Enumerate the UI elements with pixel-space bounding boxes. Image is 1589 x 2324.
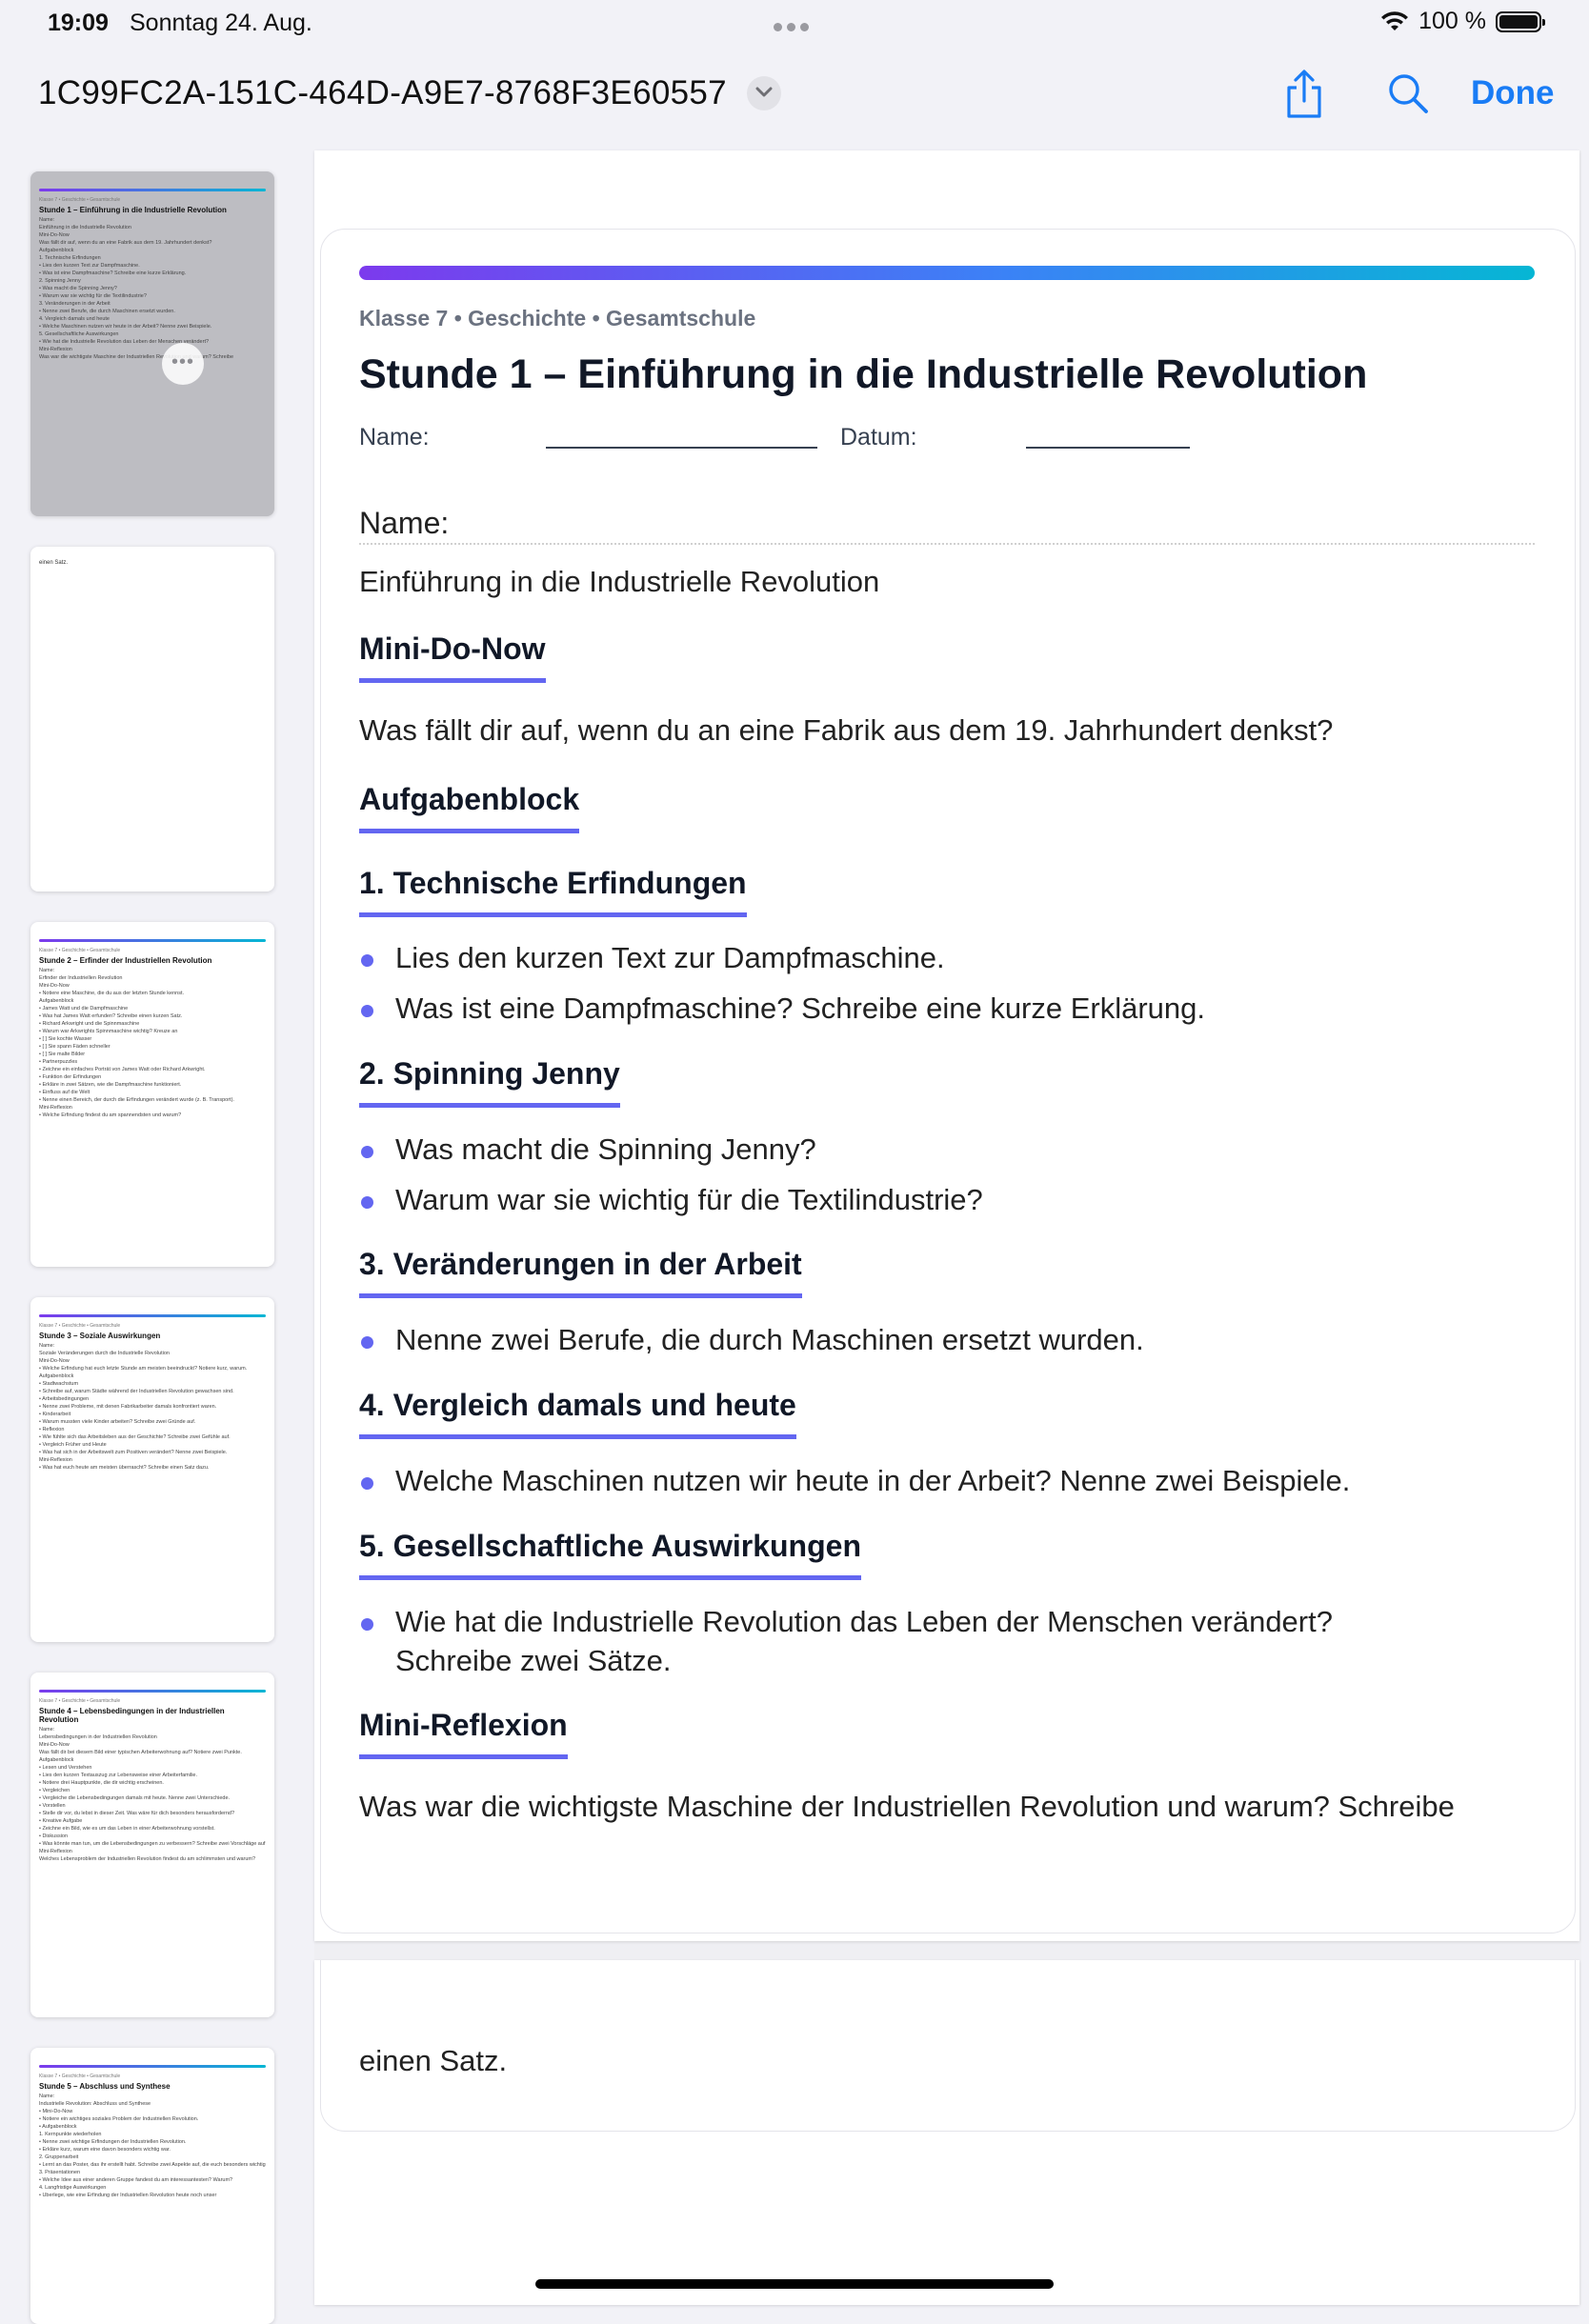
page-thumbnail-6[interactable]: Klasse 7 • Geschichte • Gesamtschule Stu… [30,2048,274,2324]
wifi-icon [1381,10,1409,30]
battery-icon [1496,10,1545,32]
status-date: Sonntag 24. Aug. [130,10,312,36]
lesson-subtitle: Einführung in die Industrielle Revolutio… [359,565,880,598]
section-heading-1: 1. Technische Erfindungen [359,866,747,917]
course-meta: Klasse 7 • Geschichte • Gesamtschule [359,306,756,331]
battery-percent: 100 % [1418,8,1486,34]
search-icon[interactable] [1386,69,1432,120]
home-indicator[interactable] [535,2279,1054,2289]
list-item: Was ist eine Dampfmaschine? Schreibe ein… [360,989,1205,1028]
list-item: Lies den kurzen Text zur Dampfmaschine. [361,938,945,977]
section-heading-5: 5. Gesellschaftliche Auswirkungen [359,1529,861,1580]
name-label: Name: [359,424,430,451]
reflexion-question: Was war die wichtigste Maschine der Indu… [359,1790,1455,1823]
name-field-label: Name: [359,506,450,540]
page-thumbnail-3[interactable]: Klasse 7 • Geschichte • Gesamtschule Stu… [30,922,274,1267]
document-title[interactable]: 1C99FC2A-151C-464D-A9E7-8768F3E60557 [38,74,727,112]
name-dotted-line [359,543,1535,545]
continued-text: einen Satz. [359,2044,508,2077]
document-page-1: Klasse 7 • Geschichte • Gesamtschule Stu… [314,150,1579,1941]
page-thumbnail-4[interactable]: Klasse 7 • Geschichte • Gesamtschule Stu… [30,1297,274,1642]
section-heading-4: 4. Vergleich damals und heute [359,1388,796,1439]
multitasking-dots[interactable] [774,19,815,31]
section-heading-aufgabenblock: Aufgabenblock [359,782,580,833]
worksheet-card: Klasse 7 • Geschichte • Gesamtschule Stu… [320,229,1576,1933]
status-time: 19:09 [48,10,109,36]
worksheet-card-continued: einen Satz. [320,1960,1576,2132]
list-item: Nenne zwei Berufe, die durch Maschinen e… [361,1320,1144,1359]
list-item-line-2: Schreibe zwei Sätze. [395,1644,672,1677]
date-line [1026,447,1190,449]
list-item: Welche Maschinen nutzen wir heute in der… [360,1461,1350,1500]
list-item-line-1: Wie hat die Industrielle Revolution das … [395,1605,1333,1638]
document-page-2: einen Satz. [314,1960,1579,2305]
page-thumbnail-5[interactable]: Klasse 7 • Geschichte • Gesamtschule Stu… [30,1673,274,2017]
name-line [546,447,817,449]
chevron-down-icon [755,87,773,97]
section-heading-2: 2. Spinning Jenny [359,1056,620,1108]
section-heading-mini-do-now: Mini-Do-Now [359,631,546,683]
page-thumbnail-sidebar[interactable]: Klasse 7 • Geschichte • Gesamtschule Stu… [0,152,305,2324]
list-item: Was macht die Spinning Jenny? [361,1130,816,1169]
document-canvas[interactable]: Klasse 7 • Geschichte • Gesamtschule Stu… [314,150,1581,2305]
mini-do-now-question: Was fällt dir auf, wenn du an eine Fabri… [359,713,1334,747]
page-thumbnail-2[interactable]: einen Satz. [30,547,274,892]
section-heading-mini-reflexion: Mini-Reflexion [359,1708,568,1759]
list-item: Warum war sie wichtig für die Textilindu… [361,1180,983,1219]
share-icon[interactable] [1281,69,1327,120]
page-thumbnail-1[interactable]: Klasse 7 • Geschichte • Gesamtschule Stu… [30,171,274,516]
more-icon[interactable]: ••• [162,343,204,385]
header-gradient-bar [359,266,1535,280]
done-button[interactable]: Done [1471,74,1555,112]
status-bar: 19:09 Sonntag 24. Aug. 100 % [0,0,1589,46]
page-title: Stunde 1 – Einführung in die Industriell… [359,351,1368,397]
section-heading-3: 3. Veränderungen in der Arbeit [359,1247,802,1298]
title-menu-button[interactable] [747,76,781,110]
navigation-bar: 1C99FC2A-151C-464D-A9E7-8768F3E60557 Don… [0,57,1589,133]
list-item: Wie hat die Industrielle Revolution das … [361,1602,1333,1680]
date-label: Datum: [840,424,917,451]
